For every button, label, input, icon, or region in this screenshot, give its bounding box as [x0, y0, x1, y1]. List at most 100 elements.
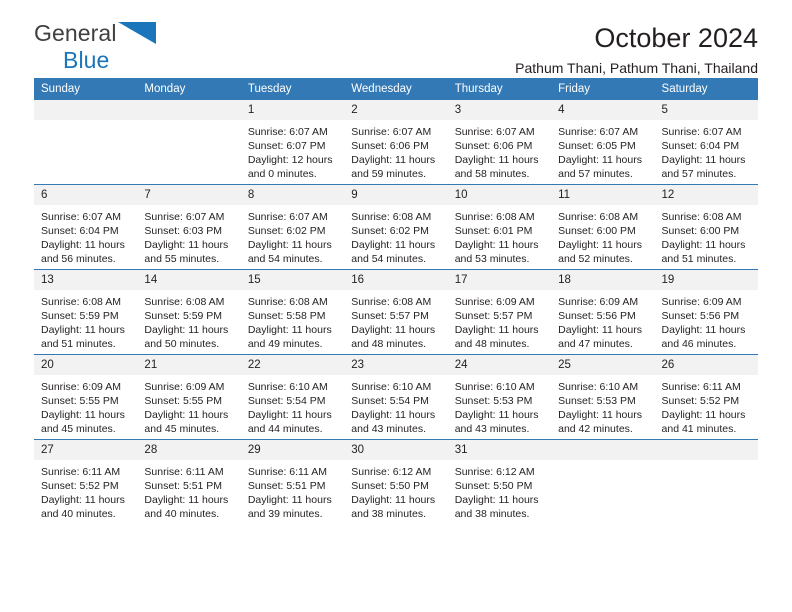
day-cell[interactable]: 14 Sunrise: 6:08 AM Sunset: 5:59 PM Dayligh… — [137, 269, 241, 355]
daylight-text-line1: Daylight: 12 hours — [247, 154, 333, 167]
day-number: 16 — [344, 270, 448, 291]
daylight-text-line2: and 43 minutes. — [351, 423, 426, 436]
day-cell[interactable]: 1 Sunrise: 6:07 AM Sunset: 6:07 PM Daylight… — [240, 100, 345, 185]
sunrise-text: Sunrise: 6:08 AM — [661, 211, 742, 224]
sunset-text: Sunset: 6:05 PM — [558, 140, 636, 153]
day-sun-info: Sunrise: 6:07 AM Sunset: 6:05 PM Daylight:… — [551, 120, 654, 181]
day-cell-empty — [654, 439, 758, 524]
day-cell[interactable]: 30 Sunrise: 6:12 AM Sunset: 5:50 PM Dayligh… — [344, 439, 448, 524]
day-sun-info: Sunrise: 6:07 AM Sunset: 6:04 PM Daylight:… — [655, 120, 758, 181]
day-number: 31 — [447, 440, 552, 461]
daylight-text-line1: Daylight: 11 hours — [41, 494, 125, 507]
day-sun-info: Sunrise: 6:08 AM Sunset: 6:00 PM Daylight:… — [551, 205, 654, 266]
day-cell[interactable]: 5 Sunrise: 6:07 AM Sunset: 6:04 PM Daylight… — [654, 100, 758, 185]
day-cell[interactable]: 6 Sunrise: 6:07 AM Sunset: 6:04 PM Daylight… — [34, 184, 138, 270]
day-cell[interactable]: 9 Sunrise: 6:08 AM Sunset: 6:02 PM Daylight… — [344, 184, 448, 270]
sunrise-text: Sunrise: 6:11 AM — [247, 466, 328, 479]
day-number: 27 — [34, 440, 138, 461]
day-cell[interactable]: 20 Sunrise: 6:09 AM Sunset: 5:55 PM Dayligh… — [34, 354, 138, 440]
daylight-text-line2: and 44 minutes. — [247, 423, 323, 436]
sunset-text: Sunset: 5:58 PM — [247, 310, 326, 323]
daylight-text-line2: and 48 minutes. — [351, 338, 426, 351]
day-cell[interactable]: 21 Sunrise: 6:09 AM Sunset: 5:55 PM Dayligh… — [137, 354, 241, 440]
day-sun-info: Sunrise: 6:11 AM Sunset: 5:51 PM Daylight:… — [241, 460, 344, 521]
day-number: 8 — [240, 185, 345, 206]
day-sun-info: Sunrise: 6:07 AM Sunset: 6:06 PM Daylight:… — [344, 120, 447, 181]
day-cell-empty — [137, 100, 241, 185]
day-cell[interactable]: 22 Sunrise: 6:10 AM Sunset: 5:54 PM Dayligh… — [240, 354, 345, 440]
day-cell[interactable]: 13 Sunrise: 6:08 AM Sunset: 5:59 PM Dayligh… — [34, 269, 138, 355]
daylight-text-line2: and 45 minutes. — [41, 423, 116, 436]
sunset-text: Sunset: 5:53 PM — [454, 395, 533, 408]
day-sun-info: Sunrise: 6:08 AM Sunset: 5:59 PM Daylight:… — [34, 290, 137, 351]
day-cell[interactable]: 16 Sunrise: 6:08 AM Sunset: 5:57 PM Dayligh… — [344, 269, 448, 355]
day-cell[interactable]: 8 Sunrise: 6:07 AM Sunset: 6:02 PM Daylight… — [240, 184, 345, 270]
daylight-text-line1: Daylight: 11 hours — [247, 409, 332, 422]
day-number: 28 — [137, 440, 241, 461]
day-number: 25 — [551, 355, 655, 376]
sunrise-text: Sunrise: 6:12 AM — [454, 466, 535, 479]
sunset-text: Sunset: 5:54 PM — [247, 395, 326, 408]
day-cell[interactable]: 17 Sunrise: 6:09 AM Sunset: 5:57 PM Dayligh… — [447, 269, 552, 355]
day-number: 5 — [654, 100, 758, 121]
day-number: 23 — [344, 355, 448, 376]
day-number: 19 — [654, 270, 758, 291]
day-cell[interactable]: 28 Sunrise: 6:11 AM Sunset: 5:51 PM Dayligh… — [137, 439, 241, 524]
day-cell[interactable]: 7 Sunrise: 6:07 AM Sunset: 6:03 PM Daylight… — [137, 184, 241, 270]
day-sun-info: Sunrise: 6:10 AM Sunset: 5:54 PM Daylight:… — [344, 375, 447, 436]
sunset-text: Sunset: 5:59 PM — [41, 310, 119, 323]
daylight-text-line1: Daylight: 11 hours — [41, 239, 125, 252]
daylight-text-line1: Daylight: 11 hours — [661, 409, 746, 422]
day-number: 11 — [551, 185, 655, 206]
day-cell[interactable]: 19 Sunrise: 6:09 AM Sunset: 5:56 PM Dayligh… — [654, 269, 758, 355]
day-cell[interactable]: 2 Sunrise: 6:07 AM Sunset: 6:06 PM Daylight… — [344, 100, 448, 185]
calendar-week-row: 20 Sunrise: 6:09 AM Sunset: 5:55 PM Dayligh… — [34, 354, 758, 440]
day-cell[interactable]: 12 Sunrise: 6:08 AM Sunset: 6:00 PM Dayligh… — [654, 184, 758, 270]
day-cell[interactable]: 26 Sunrise: 6:11 AM Sunset: 5:52 PM Dayligh… — [654, 354, 758, 440]
day-cell[interactable]: 23 Sunrise: 6:10 AM Sunset: 5:54 PM Dayligh… — [344, 354, 448, 440]
sunset-text: Sunset: 6:00 PM — [558, 225, 636, 238]
day-cell[interactable]: 24 Sunrise: 6:10 AM Sunset: 5:53 PM Dayligh… — [447, 354, 552, 440]
generalblue-logo[interactable]: General Blue — [34, 22, 156, 72]
day-cell[interactable]: 27 Sunrise: 6:11 AM Sunset: 5:52 PM Dayligh… — [34, 439, 138, 524]
day-number — [34, 100, 138, 121]
day-cell[interactable]: 25 Sunrise: 6:10 AM Sunset: 5:53 PM Dayligh… — [551, 354, 655, 440]
day-sun-info: Sunrise: 6:11 AM Sunset: 5:52 PM Daylight:… — [655, 375, 758, 436]
daylight-text-line2: and 43 minutes. — [454, 423, 530, 436]
sunset-text: Sunset: 5:52 PM — [661, 395, 740, 408]
day-cell[interactable]: 4 Sunrise: 6:07 AM Sunset: 6:05 PM Daylight… — [551, 100, 655, 185]
daylight-text-line2: and 41 minutes. — [661, 423, 737, 436]
daylight-text-line2: and 38 minutes. — [351, 508, 426, 521]
daylight-text-line1: Daylight: 11 hours — [454, 409, 539, 422]
page-header: General Blue October 2024 Pathum Thani, … — [34, 0, 758, 78]
day-cell[interactable]: 10 Sunrise: 6:08 AM Sunset: 6:01 PM Dayligh… — [447, 184, 552, 270]
daylight-text-line1: Daylight: 11 hours — [351, 239, 436, 252]
day-cell[interactable]: 29 Sunrise: 6:11 AM Sunset: 5:51 PM Dayligh… — [240, 439, 345, 524]
page-title: October 2024 — [594, 23, 758, 53]
daylight-text-line1: Daylight: 11 hours — [247, 494, 332, 507]
day-cell[interactable]: 18 Sunrise: 6:09 AM Sunset: 5:56 PM Dayligh… — [551, 269, 655, 355]
day-number: 22 — [240, 355, 345, 376]
sunrise-text: Sunrise: 6:12 AM — [351, 466, 432, 479]
daylight-text-line1: Daylight: 11 hours — [558, 409, 642, 422]
day-cell[interactable]: 31 Sunrise: 6:12 AM Sunset: 5:50 PM Dayligh… — [447, 439, 552, 524]
daylight-text-line2: and 38 minutes. — [454, 508, 530, 521]
logo-text-general: General — [34, 22, 156, 48]
day-cell[interactable]: 11 Sunrise: 6:08 AM Sunset: 6:00 PM Dayligh… — [551, 184, 655, 270]
daylight-text-line2: and 51 minutes. — [661, 253, 737, 266]
weekday-header-tuesday: Tuesday — [240, 78, 345, 100]
daylight-text-line2: and 57 minutes. — [661, 168, 737, 181]
sunset-text: Sunset: 5:57 PM — [454, 310, 533, 323]
daylight-text-line2: and 53 minutes. — [454, 253, 530, 266]
sunrise-text: Sunrise: 6:10 AM — [351, 381, 432, 394]
day-cell[interactable]: 15 Sunrise: 6:08 AM Sunset: 5:58 PM Dayligh… — [240, 269, 345, 355]
daylight-text-line1: Daylight: 11 hours — [41, 324, 125, 337]
sunrise-text: Sunrise: 6:08 AM — [144, 296, 225, 309]
sunrise-text: Sunrise: 6:08 AM — [351, 296, 432, 309]
day-number — [137, 100, 241, 121]
sunrise-text: Sunrise: 6:08 AM — [41, 296, 121, 309]
day-number: 6 — [34, 185, 138, 206]
daylight-text-line2: and 46 minutes. — [661, 338, 737, 351]
weekday-header-saturday: Saturday — [654, 78, 758, 100]
day-cell[interactable]: 3 Sunrise: 6:07 AM Sunset: 6:06 PM Daylight… — [447, 100, 552, 185]
